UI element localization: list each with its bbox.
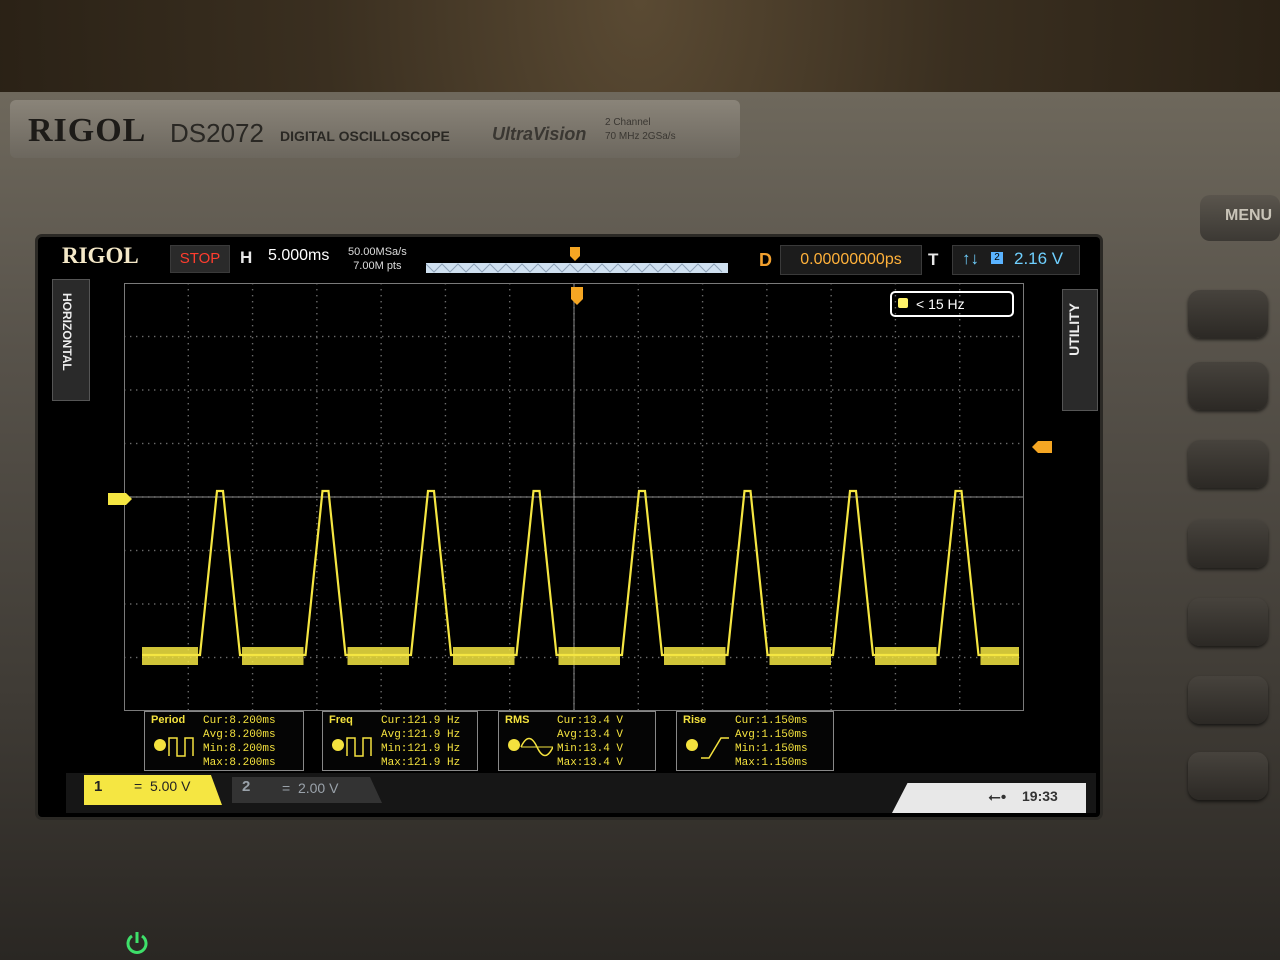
softkey-1[interactable] xyxy=(1188,290,1268,338)
measurement-min: Min:13.4 V xyxy=(557,743,624,755)
softkey-6[interactable] xyxy=(1188,676,1268,724)
trigger-level: 2.16 V xyxy=(1014,249,1064,268)
frequency-counter: < 15 Hz xyxy=(890,291,1014,317)
trigger-label: T xyxy=(928,250,939,269)
acquisition-info: 50.00MSa/s 7.00M pts xyxy=(348,245,407,273)
measurement-cur: Cur:13.4 V xyxy=(557,715,624,727)
utility-tab-label: UTILITY xyxy=(1066,303,1082,356)
measurement-min: Min:1.150ms xyxy=(735,743,808,755)
softkey-7[interactable] xyxy=(1188,752,1268,800)
spec-line-2: 70 MHz 2GSa/s xyxy=(605,131,676,142)
measurement-avg: Avg:8.200ms xyxy=(203,729,276,741)
channel-1-coupling: = xyxy=(134,778,143,794)
trigger-source: 2 xyxy=(991,252,1003,264)
power-icon[interactable] xyxy=(122,928,152,958)
measurement-cur: Cur:121.9 Hz xyxy=(381,715,461,727)
softkey-5[interactable] xyxy=(1188,598,1268,646)
waveform-grid xyxy=(124,283,1024,711)
memory-depth: 7.00M pts xyxy=(353,260,402,272)
measurement-min: Min:121.9 Hz xyxy=(381,743,461,755)
horizontal-tab-label: HORIZONTAL xyxy=(60,293,74,371)
measurement-title: Period xyxy=(151,714,186,726)
measurement-min: Min:8.200ms xyxy=(203,743,276,755)
horizontal-delay[interactable]: 0.00000000ps xyxy=(780,245,922,275)
ultravision-logo: UltraVision xyxy=(492,124,587,144)
spec-line-1: 2 Channel xyxy=(605,117,651,128)
measurement-title: Freq xyxy=(329,714,353,726)
measurement-frequency[interactable]: Freq Cur:121.9 Hz Avg:121.9 Hz Min:121.9… xyxy=(322,711,478,771)
channel-1-scale: = 5.00 V xyxy=(134,778,190,794)
memory-overview-bar xyxy=(426,263,728,273)
bezel-brand: RIGOL xyxy=(28,112,147,149)
softkey-2[interactable] xyxy=(1188,362,1268,410)
graticule xyxy=(124,283,1024,711)
channel-2-scale: = 2.00 V xyxy=(282,780,338,796)
bezel-model: DS2072 xyxy=(170,118,264,148)
measurement-rms[interactable]: RMS Cur:13.4 V Avg:13.4 V Min:13.4 V Max… xyxy=(498,711,656,771)
channel-2-volts: 2.00 V xyxy=(297,780,339,796)
delay-label: D xyxy=(759,250,772,270)
channel-1-offset-marker[interactable] xyxy=(108,493,132,505)
trigger-time-marker[interactable] xyxy=(571,287,583,305)
measurement-title: RMS xyxy=(505,714,530,726)
rise-time-icon xyxy=(686,737,729,759)
softkey-3[interactable] xyxy=(1188,440,1268,488)
measurement-max: Max:1.150ms xyxy=(735,757,808,769)
channel-1-number: 1 xyxy=(94,778,103,795)
measurement-cur: Cur:8.200ms xyxy=(203,715,276,727)
screen-logo: RIGOL xyxy=(62,243,139,268)
sample-rate: 50.00MSa/s xyxy=(348,246,407,258)
edge-trigger-icon: ↑↓ xyxy=(962,249,979,268)
channel-1-trace xyxy=(142,489,1019,657)
measurement-cur: Cur:1.150ms xyxy=(735,715,808,727)
clock: 19:33 xyxy=(1022,788,1058,804)
bezel-spec: 2 Channel 70 MHz 2GSa/s xyxy=(605,116,676,144)
measurement-avg: Avg:13.4 V xyxy=(557,729,624,741)
trigger-level-marker[interactable] xyxy=(1032,441,1052,453)
oscilloscope-screen: RIGOL STOP H 5.000ms 50.00MSa/s 7.00M pt… xyxy=(38,237,1100,817)
channel-1-volts: 5.00 V xyxy=(149,778,191,794)
menu-button-label: MENU xyxy=(1225,207,1273,224)
bezel-description: DIGITAL OSCILLOSCOPE xyxy=(280,128,450,144)
trigger-position-marker xyxy=(570,247,580,261)
horizontal-label: H xyxy=(240,248,253,267)
channel-2-coupling: = xyxy=(282,780,291,796)
frequency-icon xyxy=(332,737,372,757)
measurement-period[interactable]: Period Cur:8.200ms Avg:8.200ms Min:8.200… xyxy=(144,711,304,771)
measurement-title: Rise xyxy=(683,714,707,726)
channel-2-number: 2 xyxy=(242,778,251,795)
measurement-max: Max:8.200ms xyxy=(203,757,276,769)
rms-icon xyxy=(508,737,553,757)
measurement-max: Max:13.4 V xyxy=(557,757,624,769)
period-icon xyxy=(154,737,194,757)
measurement-avg: Avg:1.150ms xyxy=(735,729,808,741)
usb-icon: ⭠• xyxy=(988,789,1007,806)
measurement-avg: Avg:121.9 Hz xyxy=(381,729,461,741)
timebase-value[interactable]: 5.000ms xyxy=(268,247,329,265)
run-stop-status[interactable]: STOP xyxy=(170,245,230,273)
softkey-4[interactable] xyxy=(1188,520,1268,568)
measurement-rise-time[interactable]: Rise Cur:1.150ms Avg:1.150ms Min:1.150ms… xyxy=(676,711,834,771)
measurement-max: Max:121.9 Hz xyxy=(381,757,461,769)
